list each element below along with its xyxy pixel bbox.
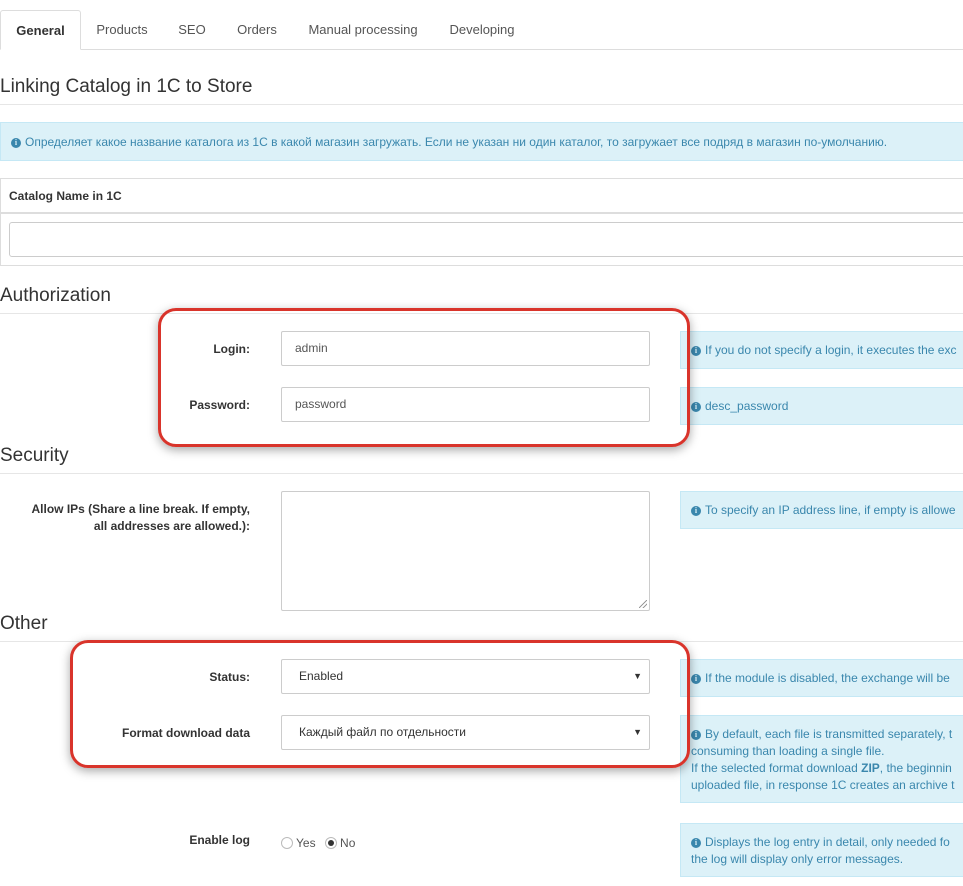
- format-hint: i By default, each file is transmitted se…: [680, 715, 963, 803]
- log-no-label: No: [340, 836, 356, 850]
- enable-log-radios: Yes No: [281, 834, 360, 852]
- linking-section-title: Linking Catalog in 1C to Store: [0, 76, 253, 97]
- allow-ips-hint-text: To specify an IP address line, if empty …: [705, 503, 956, 517]
- status-hint: i If the module is disabled, the exchange…: [680, 659, 963, 697]
- tab-bar: General Products SEO Orders Manual proce…: [0, 10, 963, 50]
- authorization-section-title: Authorization: [0, 285, 111, 306]
- allow-ips-hint: i To specify an IP address line, if empty…: [680, 491, 963, 529]
- log-hint: i Displays the log entry in detail, only …: [680, 823, 963, 877]
- password-hint: i desc_password: [680, 387, 963, 425]
- log-no-radio[interactable]: [325, 837, 338, 849]
- allow-ips-label-line1: Allow IPs (Share a line break. If empty,: [31, 502, 250, 516]
- divider: [0, 104, 963, 105]
- log-yes-radio[interactable]: [281, 837, 293, 849]
- divider: [0, 473, 963, 474]
- resize-grip-icon[interactable]: [639, 600, 647, 608]
- log-hint-line1: Displays the log entry in detail, only n…: [705, 835, 950, 849]
- tab-developing[interactable]: Developing: [433, 10, 531, 49]
- column-header-catalog-name: Catalog Name in 1C: [9, 189, 122, 203]
- enable-log-label: Enable log: [189, 833, 250, 847]
- linking-info-alert: i Определяет какое название каталога из 1…: [0, 122, 963, 161]
- catalog-name-input[interactable]: [9, 222, 963, 257]
- tab-orders[interactable]: Orders: [221, 10, 293, 49]
- tab-general[interactable]: General: [0, 10, 81, 50]
- log-yes-label: Yes: [296, 836, 316, 850]
- linking-info-text: Определяет какое название каталога из 1С…: [25, 135, 888, 149]
- info-icon: i: [691, 838, 701, 848]
- info-icon: i: [691, 402, 701, 412]
- allow-ips-label-line2: all addresses are allowed.):: [93, 519, 250, 533]
- status-hint-text: If the module is disabled, the exchange …: [705, 671, 950, 685]
- info-icon: i: [691, 506, 701, 516]
- security-section-title: Security: [0, 445, 69, 466]
- format-hint-line1: By default, each file is transmitted sep…: [705, 727, 953, 741]
- highlight-other: [70, 640, 690, 768]
- allow-ips-textarea[interactable]: [281, 491, 650, 611]
- info-icon: i: [691, 346, 701, 356]
- password-hint-text: desc_password: [705, 399, 789, 413]
- info-icon: i: [691, 730, 701, 740]
- tab-products[interactable]: Products: [81, 10, 163, 49]
- format-hint-line2: consuming than loading a single file.: [691, 744, 885, 758]
- login-hint-text: If you do not specify a login, it execut…: [705, 343, 957, 357]
- format-hint-line3c: , the beginnin: [879, 761, 952, 775]
- tab-seo[interactable]: SEO: [163, 10, 221, 49]
- catalog-table: Catalog Name in 1C: [0, 178, 963, 266]
- login-hint: i If you do not specify a login, it execu…: [680, 331, 963, 369]
- allow-ips-label: Allow IPs (Share a line break. If empty,…: [0, 501, 250, 535]
- log-hint-line2: the log will display only error messages…: [691, 852, 904, 866]
- format-hint-zip: ZIP: [861, 761, 880, 775]
- format-hint-line4: uploaded file, in response 1C creates an…: [691, 778, 955, 792]
- highlight-authorization: [158, 308, 690, 447]
- tab-manual-processing[interactable]: Manual processing: [293, 10, 433, 49]
- info-icon: i: [691, 674, 701, 684]
- other-section-title: Other: [0, 613, 48, 634]
- table-header: Catalog Name in 1C: [1, 179, 963, 214]
- format-hint-line3: If the selected format download ZIP, the…: [691, 760, 963, 777]
- info-icon: i: [11, 138, 21, 148]
- format-hint-line3a: If the selected format download: [691, 761, 862, 775]
